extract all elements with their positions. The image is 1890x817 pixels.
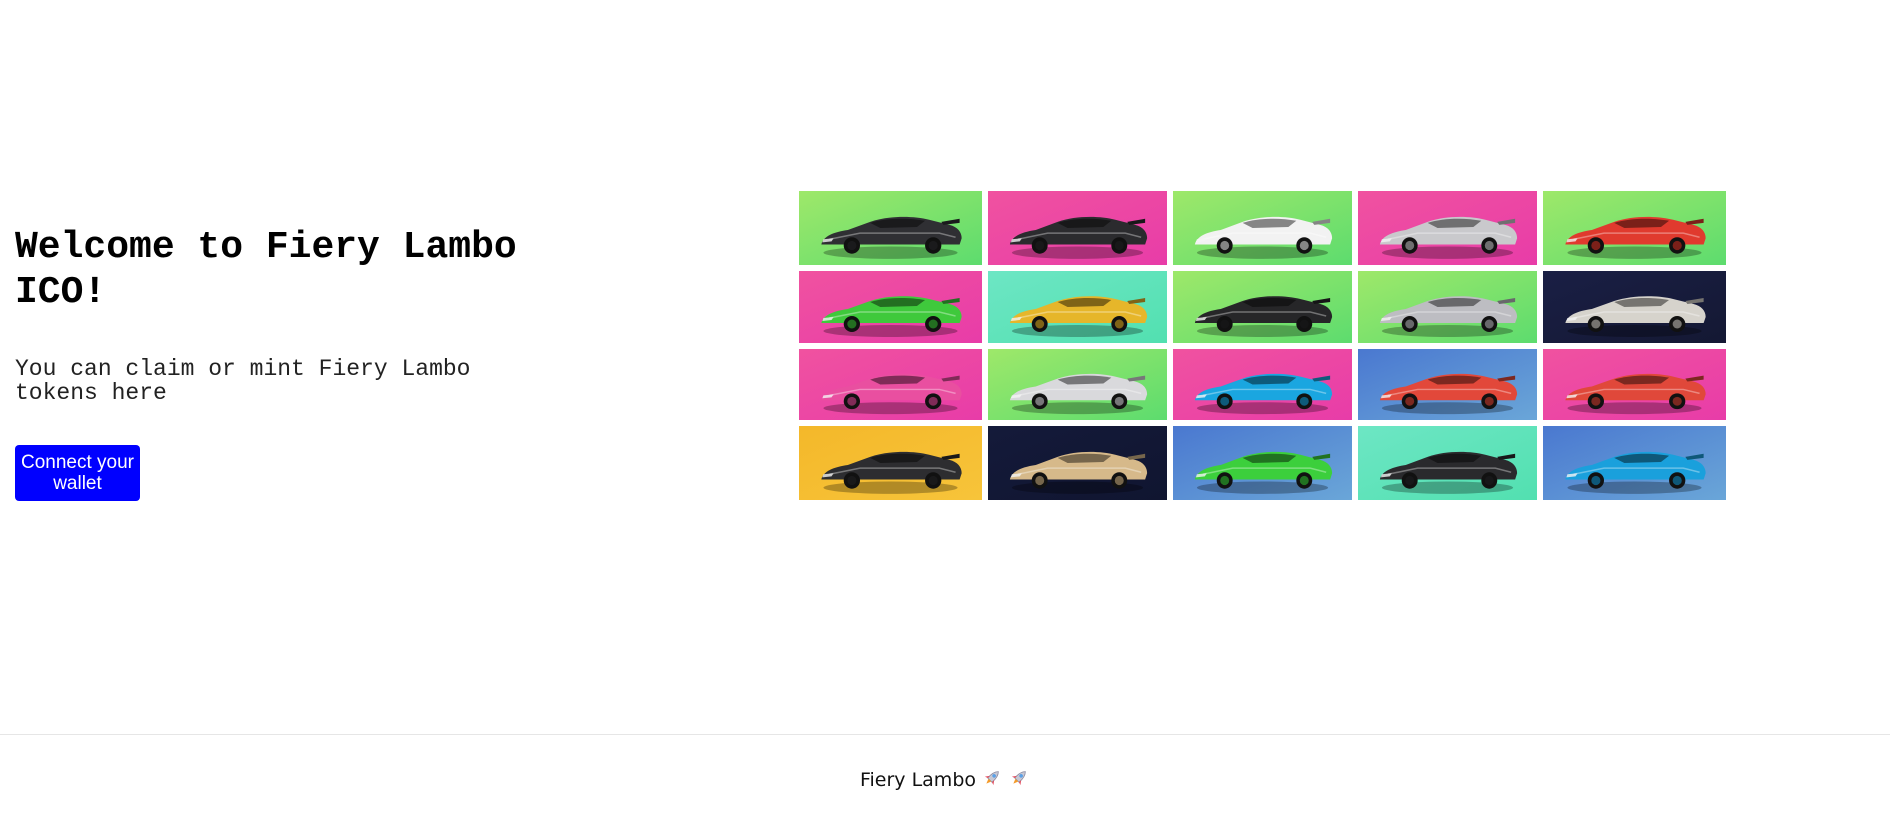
- car-image: [1173, 271, 1352, 343]
- car-tile: [1358, 349, 1537, 420]
- car-tile: [1543, 426, 1726, 500]
- car-image: [1543, 426, 1726, 500]
- car-tile: [799, 191, 982, 265]
- car-image: [988, 426, 1167, 500]
- car-image: [988, 191, 1167, 265]
- car-tile: [988, 191, 1167, 265]
- car-image: [1358, 271, 1537, 343]
- footer: Fiery Lambo: [0, 734, 1890, 817]
- car-tile: [799, 271, 982, 343]
- page-title: Welcome to Fiery Lambo ICO!: [15, 226, 517, 314]
- car-tile: [988, 271, 1167, 343]
- car-tile: [1173, 426, 1352, 500]
- car-image: [1173, 426, 1352, 500]
- connect-wallet-button[interactable]: Connect your wallet: [15, 445, 140, 501]
- car-tile: [988, 426, 1167, 500]
- car-image: [1543, 349, 1726, 420]
- car-tile: [1173, 271, 1352, 343]
- footer-text: Fiery Lambo: [859, 769, 977, 791]
- car-image: [1173, 191, 1352, 265]
- car-image: [1358, 349, 1537, 420]
- car-image: [988, 349, 1167, 420]
- rocket-icon: [1008, 767, 1030, 794]
- car-image: [799, 271, 982, 343]
- car-image: [799, 349, 982, 420]
- car-image: [1358, 191, 1537, 265]
- car-tile: [1173, 191, 1352, 265]
- intro-panel: Welcome to Fiery Lambo ICO! You can clai…: [15, 225, 535, 501]
- car-image: [1543, 271, 1726, 343]
- car-image: [1173, 349, 1352, 420]
- lambo-gallery: [799, 191, 1726, 500]
- car-tile: [1358, 191, 1537, 265]
- car-image: [1543, 191, 1726, 265]
- hero-section: Welcome to Fiery Lambo ICO! You can clai…: [0, 0, 1890, 734]
- car-image: [799, 191, 982, 265]
- car-tile: [1543, 191, 1726, 265]
- car-image: [988, 271, 1167, 343]
- page-subtitle: You can claim or mint Fiery Lambo tokens…: [15, 356, 471, 406]
- car-tile: [1358, 271, 1537, 343]
- car-tile: [1543, 349, 1726, 420]
- car-tile: [1358, 426, 1537, 500]
- car-tile: [988, 349, 1167, 420]
- car-image: [1358, 426, 1537, 500]
- rocket-icon: [981, 767, 1003, 794]
- car-tile: [1173, 349, 1352, 420]
- car-tile: [799, 426, 982, 500]
- car-tile: [799, 349, 982, 420]
- car-tile: [1543, 271, 1726, 343]
- car-image: [799, 426, 982, 500]
